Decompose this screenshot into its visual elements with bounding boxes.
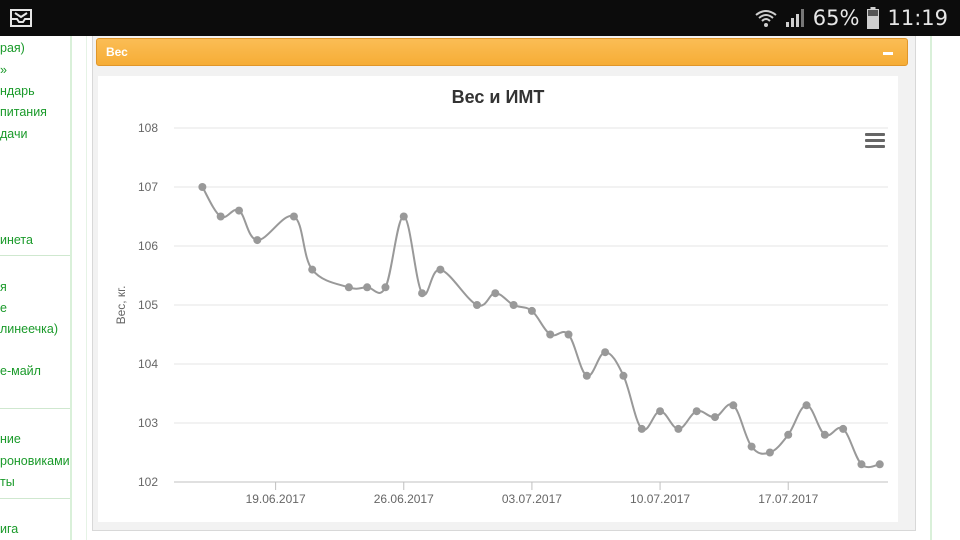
data-point[interactable] [857, 460, 866, 469]
sidebar-link[interactable]: » [0, 63, 7, 77]
data-point[interactable] [381, 283, 390, 292]
status-bar: 65% 11:19 [0, 0, 960, 36]
data-point[interactable] [253, 236, 262, 245]
inbox-notification[interactable] [10, 9, 32, 32]
battery-percent: 65% [812, 6, 860, 30]
data-point[interactable] [198, 183, 207, 191]
data-point[interactable] [472, 301, 481, 309]
page-content: рая) » ндарь питания дачи инета я е лине… [0, 36, 960, 540]
data-point[interactable] [216, 212, 225, 221]
battery-icon [867, 7, 880, 29]
sidebar-link[interactable]: роновиками [0, 454, 70, 468]
data-point[interactable] [619, 371, 628, 380]
layout-guide [930, 36, 932, 540]
sidebar-link[interactable]: ндарь [0, 84, 35, 98]
data-point[interactable] [546, 330, 555, 339]
sidebar-link[interactable]: ига [0, 522, 18, 536]
sidebar-link[interactable]: дачи [0, 127, 27, 141]
x-tick-label: 26.06.2017 [374, 492, 434, 506]
sidebar-link[interactable]: ние [0, 432, 21, 446]
layout-guide [86, 36, 87, 540]
clock: 11:19 [887, 6, 948, 30]
widget-title: Вес [106, 45, 128, 59]
y-tick-label: 106 [138, 239, 158, 253]
sidebar-link[interactable]: е [0, 301, 7, 315]
y-tick-label: 107 [138, 180, 158, 194]
sidebar-link[interactable]: рая) [0, 41, 25, 55]
signal-icon [785, 9, 804, 27]
y-axis-label: Вес, кг. [114, 286, 128, 325]
data-point[interactable] [564, 330, 573, 339]
sidebar-link[interactable]: линеечка) [0, 322, 58, 336]
x-tick-label: 03.07.2017 [502, 492, 562, 506]
sidebar-divider [0, 408, 70, 409]
data-point[interactable] [436, 265, 445, 274]
wifi-icon [755, 10, 777, 27]
sidebar-link[interactable]: питания [0, 105, 47, 119]
y-tick-label: 105 [138, 298, 158, 312]
data-point[interactable] [784, 430, 793, 439]
widget-header[interactable]: Вес [96, 38, 908, 66]
data-point[interactable] [344, 283, 353, 292]
data-point[interactable] [839, 424, 848, 433]
data-point[interactable] [692, 407, 701, 416]
collapse-icon[interactable] [883, 52, 893, 55]
data-point[interactable] [399, 212, 408, 221]
sidebar-divider [0, 255, 70, 256]
data-point[interactable] [289, 212, 298, 221]
data-point[interactable] [875, 460, 884, 469]
y-tick-label: 108 [138, 121, 158, 135]
y-tick-label: 102 [138, 475, 158, 489]
data-point[interactable] [637, 424, 646, 433]
data-point[interactable] [710, 413, 719, 422]
data-point[interactable] [363, 283, 372, 292]
data-point[interactable] [656, 407, 665, 416]
data-point[interactable] [729, 401, 738, 410]
data-point[interactable] [802, 401, 811, 410]
chart-title: Вес и ИМТ [452, 87, 545, 107]
inbox-icon [10, 9, 32, 27]
data-point[interactable] [820, 430, 829, 439]
data-point[interactable] [765, 448, 774, 457]
data-point[interactable] [491, 289, 500, 298]
sidebar-divider [0, 498, 70, 499]
x-tick-label: 10.07.2017 [630, 492, 690, 506]
sidebar-menu: рая) » ндарь питания дачи инета я е лине… [0, 36, 72, 540]
y-tick-label: 104 [138, 357, 158, 371]
x-tick-label: 19.06.2017 [246, 492, 306, 506]
data-point[interactable] [601, 348, 610, 357]
series-line [201, 186, 880, 469]
x-tick-label: 17.07.2017 [758, 492, 818, 506]
data-point[interactable] [527, 306, 536, 315]
data-point[interactable] [308, 265, 317, 274]
data-point[interactable] [747, 442, 756, 451]
sidebar-link[interactable]: ты [0, 475, 15, 489]
data-point[interactable] [234, 206, 243, 215]
y-tick-label: 103 [138, 416, 158, 430]
sidebar-link[interactable]: я [0, 280, 7, 294]
hamburger-icon[interactable] [865, 133, 885, 148]
data-point[interactable] [582, 371, 591, 380]
data-point[interactable] [674, 424, 683, 433]
weight-chart: 102 103 104 105 106 107 108 19.06.2017 26.06.20… [114, 87, 888, 506]
chart-card: 102 103 104 105 106 107 108 19.06.2017 26.06.20… [98, 76, 898, 522]
data-point[interactable] [509, 301, 518, 309]
data-point[interactable] [418, 289, 427, 298]
sidebar-link[interactable]: е-майл [0, 364, 41, 378]
sidebar-link[interactable]: инета [0, 233, 33, 247]
